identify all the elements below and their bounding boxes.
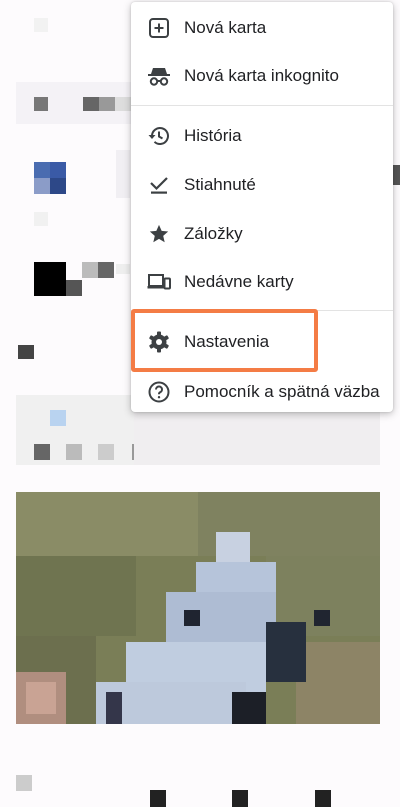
pixelated-photo (16, 492, 380, 724)
menu-item-label: Pomocník a spätná väzba (184, 382, 380, 401)
menu-item-label: Nedávne karty (184, 272, 294, 291)
menu-item-label: Stiahnuté (184, 175, 256, 194)
history-icon (147, 124, 171, 148)
menu-item-label: Nová karta inkognito (184, 66, 339, 85)
help-icon (147, 380, 171, 404)
menu-item-bookmarks[interactable]: Záložky (131, 210, 393, 258)
menu-item-help[interactable]: Pomocník a spätná väzba (131, 368, 393, 416)
menu-item-downloads[interactable]: Stiahnuté (131, 161, 393, 209)
menu-item-label: Nová karta (184, 18, 267, 37)
recent-tabs-icon (147, 270, 171, 294)
settings-highlight-box (131, 309, 318, 372)
downloads-icon (147, 173, 171, 197)
menu-item-recent-tabs[interactable]: Nedávne karty (131, 258, 393, 306)
new-tab-icon (147, 16, 171, 40)
menu-divider (131, 105, 393, 106)
menu-item-label: Záložky (184, 224, 243, 243)
incognito-icon (147, 64, 171, 88)
menu-item-history[interactable]: História (131, 112, 393, 160)
star-icon (147, 222, 171, 246)
menu-item-incognito[interactable]: Nová karta inkognito (131, 52, 393, 100)
menu-item-new-tab[interactable]: Nová karta (131, 4, 393, 52)
menu-item-label: História (184, 126, 242, 145)
